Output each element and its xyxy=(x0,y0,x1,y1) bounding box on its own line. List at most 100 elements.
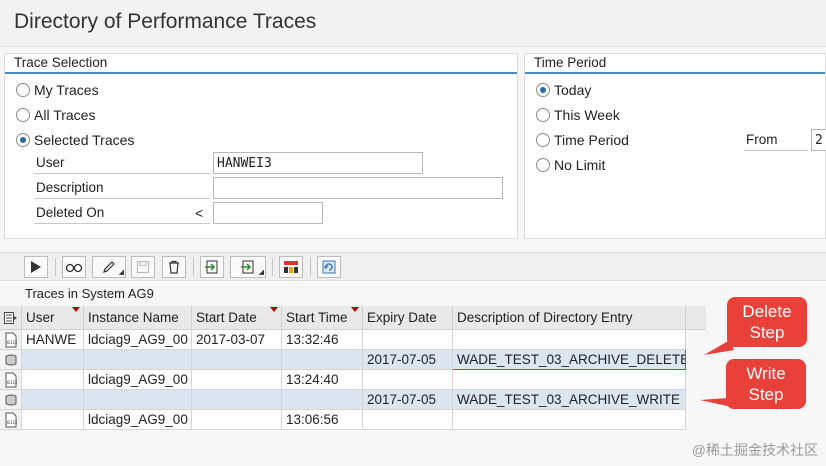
radio-selected-traces[interactable]: Selected Traces xyxy=(16,130,134,150)
deleted-on-label: Deleted On xyxy=(34,202,210,224)
cell-description: WADE_TEST_03_ARCHIVE_DELETE xyxy=(453,350,686,370)
radio-label: Time Period xyxy=(554,132,629,148)
cell-instance: ldciag9_AG9_00 xyxy=(84,370,192,390)
radio-label: My Traces xyxy=(34,82,99,98)
refresh-icon[interactable] xyxy=(317,256,341,278)
save-icon[interactable] xyxy=(131,256,155,278)
delete-step-callout: Delete Step xyxy=(727,297,807,347)
radio-no-limit[interactable]: No Limit xyxy=(536,155,605,175)
cell-start-date: 2017-03-07 xyxy=(192,330,282,350)
cell-user: HANWE xyxy=(22,330,84,350)
select-all-icon[interactable] xyxy=(0,306,22,330)
export-menu-icon[interactable]: ◢ xyxy=(230,256,266,278)
file-0110-icon: 0110 xyxy=(0,370,22,390)
cell-expiry xyxy=(363,370,453,390)
description-input[interactable] xyxy=(213,177,503,199)
svg-text:0110: 0110 xyxy=(7,420,17,426)
svg-text:0110: 0110 xyxy=(7,380,17,386)
user-input[interactable]: HANWEI3 xyxy=(213,152,423,174)
cell-user xyxy=(22,390,84,410)
radio-button[interactable] xyxy=(16,133,30,147)
database-icon xyxy=(0,350,22,370)
column-header-user[interactable]: User xyxy=(22,306,84,330)
cell-expiry: 2017-07-05 xyxy=(363,350,453,370)
cell-instance xyxy=(84,390,192,410)
column-header-label: Start Time xyxy=(286,310,348,325)
time-period-group: Time Period Today This Week Time Period … xyxy=(524,53,826,239)
radio-label: This Week xyxy=(554,107,620,123)
callout-text: Delete Step xyxy=(742,302,792,342)
sort-indicator-icon xyxy=(270,307,278,312)
toolbar-separator xyxy=(272,258,273,276)
radio-this-week[interactable]: This Week xyxy=(536,105,620,125)
radio-button[interactable] xyxy=(16,108,30,122)
traces-section-label: Traces in System AG9 xyxy=(25,286,154,301)
column-header-description[interactable]: Description of Directory Entry xyxy=(453,306,686,330)
column-header-instance[interactable]: Instance Name xyxy=(84,306,192,330)
column-header-start-time[interactable]: Start Time xyxy=(282,306,363,330)
column-header-label: Instance Name xyxy=(88,310,179,325)
table-row[interactable]: 2017-07-05 WADE_TEST_03_ARCHIVE_DELETE xyxy=(0,350,706,370)
delete-icon[interactable] xyxy=(162,256,186,278)
sort-indicator-icon xyxy=(72,307,80,312)
deleted-on-input[interactable] xyxy=(213,202,323,224)
sort-indicator-icon xyxy=(351,307,359,312)
from-input[interactable]: 2 xyxy=(811,129,826,151)
edit-icon[interactable]: ◢ xyxy=(92,256,126,278)
radio-button[interactable] xyxy=(16,83,30,97)
table-row[interactable]: 2017-07-05 WADE_TEST_03_ARCHIVE_WRITE xyxy=(0,390,706,410)
table-row[interactable]: 0110 ldciag9_AG9_00 13:24:40 xyxy=(0,370,706,390)
radio-button[interactable] xyxy=(536,83,550,97)
radio-label: All Traces xyxy=(34,107,96,123)
description-label: Description xyxy=(34,177,210,199)
table-row[interactable]: 0110 HANWE ldciag9_AG9_00 2017-03-07 13:… xyxy=(0,330,706,350)
cell-start-time xyxy=(282,390,363,410)
cell-expiry xyxy=(363,410,453,430)
title-bar: Directory of Performance Traces xyxy=(0,0,826,47)
time-period-title: Time Period xyxy=(525,54,825,74)
toolbar-separator xyxy=(310,258,311,276)
trace-selection-title: Trace Selection xyxy=(5,54,517,74)
radio-my-traces[interactable]: My Traces xyxy=(16,80,99,100)
trace-selection-group: Trace Selection My Traces All Traces Sel… xyxy=(4,53,518,239)
cell-description xyxy=(453,410,686,430)
cell-user xyxy=(22,370,84,390)
table-header: User Instance Name Start Date Start Time… xyxy=(0,306,706,330)
radio-all-traces[interactable]: All Traces xyxy=(16,105,95,125)
cell-start-time xyxy=(282,350,363,370)
cell-expiry xyxy=(363,330,453,350)
cell-user xyxy=(22,410,84,430)
radio-label: Selected Traces xyxy=(34,132,135,148)
deleted-on-operator: < xyxy=(195,205,204,221)
radio-button[interactable] xyxy=(536,133,550,147)
page-title: Directory of Performance Traces xyxy=(14,10,317,33)
export-icon[interactable] xyxy=(200,256,224,278)
toolbar-separator xyxy=(55,258,56,276)
cell-start-date xyxy=(192,350,282,370)
radio-today[interactable]: Today xyxy=(536,80,591,100)
cell-start-time: 13:06:56 xyxy=(282,410,363,430)
display-icon[interactable] xyxy=(62,256,86,278)
cell-instance xyxy=(84,350,192,370)
file-0110-icon: 0110 xyxy=(0,410,22,430)
cell-user xyxy=(22,350,84,370)
radio-time-period[interactable]: Time Period xyxy=(536,130,629,150)
cell-expiry: 2017-07-05 xyxy=(363,390,453,410)
cell-start-time: 13:24:40 xyxy=(282,370,363,390)
cell-start-date xyxy=(192,410,282,430)
execute-icon[interactable] xyxy=(24,256,48,278)
grid-toolbar: ◢ ◢ xyxy=(0,252,826,281)
column-header-start-date[interactable]: Start Date xyxy=(192,306,282,330)
layout-icon[interactable] xyxy=(279,256,303,278)
cell-instance: ldciag9_AG9_00 xyxy=(84,330,192,350)
radio-label: Today xyxy=(554,82,592,98)
cell-start-time: 13:32:46 xyxy=(282,330,363,350)
radio-button[interactable] xyxy=(536,108,550,122)
column-header-label: Description of Directory Entry xyxy=(457,310,633,325)
column-header-expiry[interactable]: Expiry Date xyxy=(363,306,453,330)
chevron-down-icon: ◢ xyxy=(118,269,124,276)
column-header-label: User xyxy=(26,310,55,325)
radio-button[interactable] xyxy=(536,158,550,172)
table-row[interactable]: 0110 ldciag9_AG9_00 13:06:56 xyxy=(0,410,706,430)
cell-start-date xyxy=(192,390,282,410)
